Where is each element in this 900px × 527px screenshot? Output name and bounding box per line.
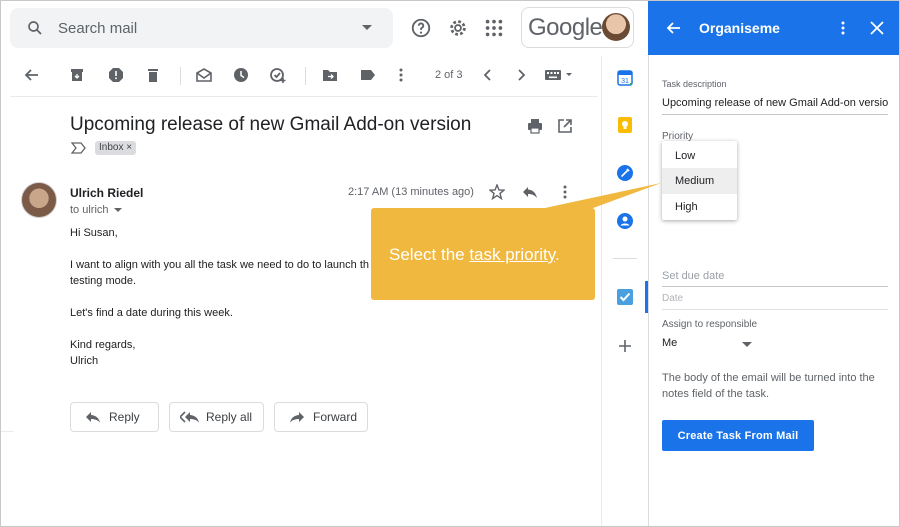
label-icon[interactable]	[360, 67, 376, 83]
callout-text: Select the task priority.	[389, 245, 560, 265]
mark-unread-icon[interactable]	[196, 67, 212, 83]
panel-more-icon[interactable]	[835, 20, 851, 36]
email-timestamp: 2:17 AM (13 minutes ago)	[348, 186, 474, 198]
search-bar[interactable]: Search mail	[10, 8, 393, 48]
priority-option-low[interactable]: Low	[662, 143, 737, 169]
apps-grid-icon[interactable]	[483, 17, 505, 39]
reply-button-label: Reply	[109, 410, 140, 424]
contacts-icon[interactable]	[617, 213, 633, 229]
callout-link[interactable]: task priority	[469, 245, 555, 264]
priority-option-high[interactable]: High	[662, 194, 737, 220]
open-new-window-icon[interactable]	[557, 118, 573, 134]
add-to-tasks-icon[interactable]	[270, 67, 286, 83]
keyboard-icon[interactable]	[544, 67, 574, 83]
inbox-label-text: Inbox	[99, 142, 124, 153]
gmail-window: Search mail Google 2 of 3 Upcoming relea…	[0, 0, 900, 527]
reply-icon[interactable]	[522, 184, 538, 200]
reply-all-button[interactable]: Reply all	[169, 402, 264, 432]
reply-button[interactable]: Reply	[70, 402, 159, 432]
date-input[interactable]: Date	[662, 293, 683, 304]
toolbar-divider-line	[10, 96, 598, 97]
calendar-icon[interactable]: 31	[617, 70, 633, 86]
google-logo: Google	[528, 14, 603, 41]
search-options-icon[interactable]	[362, 25, 372, 30]
remove-label-icon[interactable]: ×	[126, 142, 132, 153]
forward-button[interactable]: Forward	[274, 402, 368, 432]
account-avatar[interactable]	[602, 13, 630, 41]
star-icon[interactable]	[489, 184, 505, 200]
priority-dropdown: Low Medium High	[662, 141, 737, 220]
keep-notes-icon[interactable]	[617, 117, 633, 133]
search-icon	[28, 21, 42, 35]
date-underline	[662, 309, 888, 310]
email-body-line: Kind regards,	[70, 339, 136, 351]
chevron-down-icon[interactable]	[742, 342, 752, 347]
reply-all-icon	[180, 411, 199, 423]
callout-suffix: .	[554, 245, 560, 264]
tasks-icon[interactable]	[617, 165, 633, 181]
organiseme-addon-icon[interactable]	[617, 289, 633, 305]
toolbar-divider	[180, 67, 181, 85]
sender-name: Ulrich Riedel	[70, 186, 144, 200]
email-body-line: I want to align with you all the task we…	[70, 259, 370, 271]
report-spam-icon[interactable]	[108, 67, 124, 83]
email-body-line: testing mode.	[70, 275, 137, 287]
email-subject: Upcoming release of new Gmail Add-on ver…	[70, 114, 472, 135]
gear-icon[interactable]	[447, 17, 469, 39]
delete-icon[interactable]	[145, 67, 161, 83]
sender-avatar	[21, 182, 57, 218]
task-description-underline	[662, 114, 888, 115]
importance-marker-icon[interactable]	[71, 142, 86, 154]
search-input[interactable]: Search mail	[58, 20, 137, 37]
recipient-details-icon[interactable]	[114, 208, 122, 212]
email-body-line: Ulrich	[70, 355, 99, 367]
print-icon[interactable]	[527, 118, 543, 134]
due-date-label: Set due date	[662, 270, 725, 282]
reply-icon	[86, 412, 100, 423]
due-date-underline	[662, 286, 888, 287]
create-task-button[interactable]: Create Task From Mail	[662, 420, 814, 451]
callout-prefix: Select the	[389, 245, 470, 264]
archive-icon[interactable]	[69, 67, 85, 83]
assign-select[interactable]: Me	[662, 337, 677, 349]
add-addon-icon[interactable]	[617, 338, 633, 354]
thread-divider	[1, 431, 13, 432]
forward-button-label: Forward	[313, 410, 358, 424]
rail-separator	[613, 258, 637, 259]
inbox-label: Inbox ×	[95, 141, 137, 155]
assign-label: Assign to responsible	[662, 319, 758, 330]
task-description-input[interactable]: Upcoming release of new Gmail Add-on ver…	[662, 97, 888, 109]
email-body-line: Hi Susan,	[70, 227, 118, 239]
panel-back-icon[interactable]	[666, 20, 682, 36]
priority-option-medium[interactable]: Medium	[662, 168, 737, 194]
move-to-icon[interactable]	[322, 67, 338, 83]
account-switcher[interactable]: Google	[521, 7, 634, 48]
close-icon[interactable]	[869, 20, 885, 36]
forward-icon	[290, 412, 304, 423]
back-arrow-icon[interactable]	[24, 67, 40, 83]
help-icon[interactable]	[410, 17, 432, 39]
more-vert-icon[interactable]	[393, 67, 409, 83]
toolbar-divider	[305, 67, 306, 85]
task-description-label: Task description	[662, 79, 727, 89]
panel-title: Organiseme	[699, 20, 780, 36]
chevron-right-icon[interactable]	[513, 67, 529, 83]
reply-all-button-label: Reply all	[206, 410, 253, 424]
pager-count: 2 of 3	[435, 69, 463, 81]
recipient-line[interactable]: to ulrich	[70, 204, 109, 216]
panel-hint-text: The body of the email will be turned int…	[662, 372, 875, 400]
chevron-left-icon[interactable]	[480, 67, 496, 83]
snooze-clock-icon[interactable]	[233, 67, 249, 83]
more-vert-icon[interactable]	[557, 184, 573, 200]
email-body-line: Let's find a date during this week.	[70, 307, 233, 319]
svg-text:31: 31	[621, 78, 629, 85]
